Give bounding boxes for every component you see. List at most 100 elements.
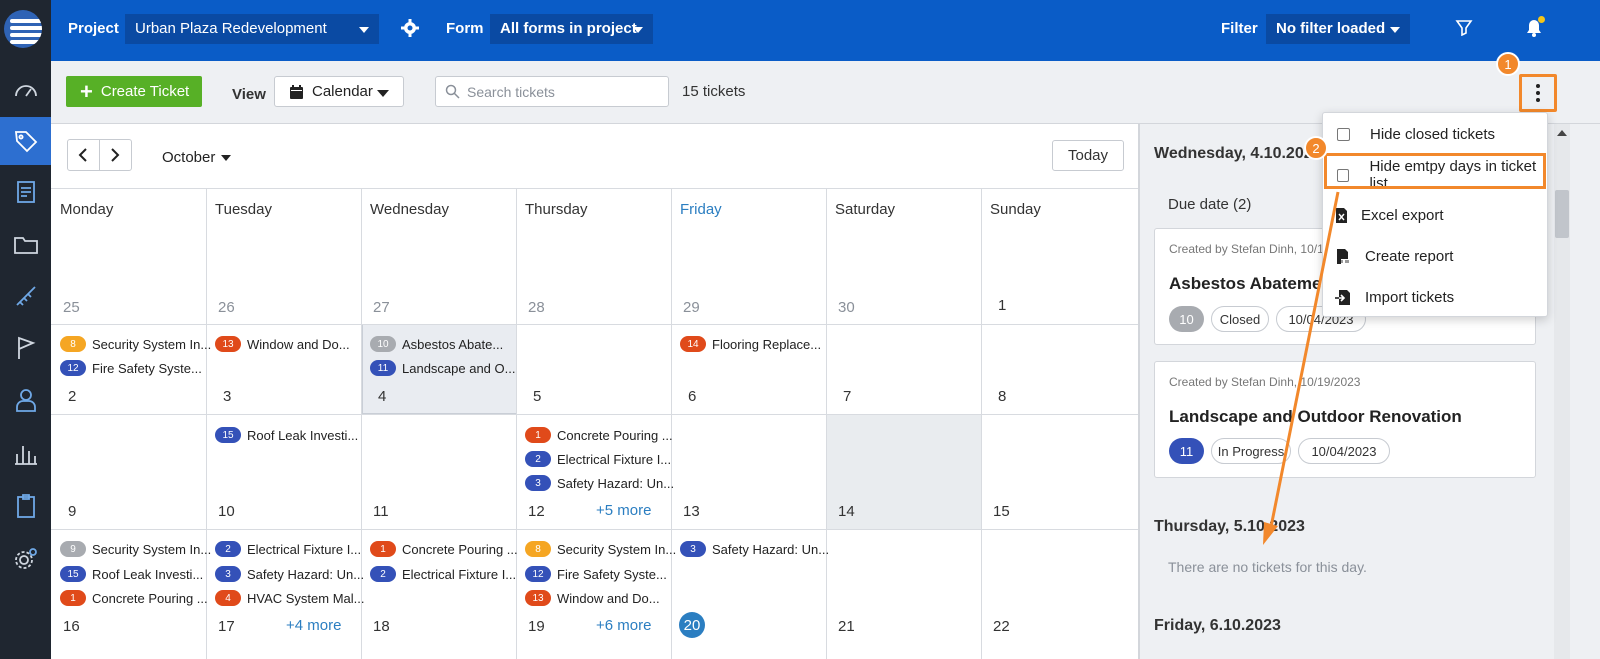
- day-number[interactable]: 18: [373, 618, 390, 635]
- day-number[interactable]: 21: [838, 618, 855, 635]
- calendar-event[interactable]: 12 Fire Safety Syste...: [60, 360, 202, 376]
- calendar-event[interactable]: 13 Window and Do...: [525, 590, 660, 606]
- settings-icon[interactable]: [0, 534, 51, 582]
- folder-icon[interactable]: [0, 220, 51, 268]
- calendar-event[interactable]: 2 Electrical Fixture I...: [370, 566, 516, 582]
- month-select[interactable]: October: [162, 149, 232, 166]
- calendar-event[interactable]: 14 Flooring Replace...: [680, 336, 821, 352]
- day-number[interactable]: 14: [838, 503, 855, 520]
- tickets-icon[interactable]: [0, 117, 51, 165]
- calendar-event[interactable]: 3 Safety Hazard: Un...: [215, 566, 364, 582]
- day-number[interactable]: 1: [998, 297, 1006, 314]
- day-number[interactable]: 3: [223, 388, 231, 405]
- calendar-event[interactable]: 1 Concrete Pouring ...: [370, 541, 518, 557]
- calendar-event[interactable]: 8 Security System In...: [525, 541, 676, 557]
- dashboard-icon[interactable]: [0, 66, 51, 114]
- tools-icon[interactable]: [0, 272, 51, 320]
- day-number[interactable]: 16: [63, 618, 80, 635]
- more-options-button[interactable]: [1519, 74, 1557, 112]
- scrollbar-thumb[interactable]: [1555, 190, 1569, 238]
- view-select[interactable]: Calendar: [274, 76, 404, 107]
- day-number[interactable]: 9: [68, 503, 76, 520]
- statistics-icon[interactable]: [0, 430, 51, 478]
- today-button[interactable]: Today: [1052, 140, 1124, 171]
- calendar-event[interactable]: 10 Asbestos Abate...: [370, 336, 503, 352]
- forms-icon[interactable]: [0, 168, 51, 216]
- clipboard-icon[interactable]: [0, 482, 51, 530]
- day-number[interactable]: 10: [218, 503, 235, 520]
- import-icon: [1335, 288, 1351, 306]
- calendar-event[interactable]: 4 HVAC System Mal...: [215, 590, 365, 606]
- menu-item-label: Hide closed tickets: [1370, 125, 1496, 143]
- calendar-event[interactable]: 12 Fire Safety Syste...: [525, 566, 667, 582]
- day-number[interactable]: 29: [683, 299, 700, 316]
- ticket-number-badge: 15: [215, 427, 241, 443]
- calendar-event[interactable]: 3 Safety Hazard: Un...: [680, 541, 829, 557]
- app-logo-icon[interactable]: [4, 10, 42, 48]
- calendar-event[interactable]: 13 Window and Do...: [215, 336, 350, 352]
- day-number[interactable]: 28: [528, 299, 545, 316]
- day-number[interactable]: 6: [688, 388, 696, 405]
- day-number[interactable]: 5: [533, 388, 541, 405]
- day-number[interactable]: 2: [68, 388, 76, 405]
- day-number[interactable]: 17: [218, 618, 235, 635]
- import-tickets-option[interactable]: Import tickets: [1323, 278, 1549, 316]
- project-select[interactable]: Urban Plaza Redevelopment: [125, 14, 379, 44]
- ticket-meta: Created by Stefan Dinh, 10/19/2023: [1169, 375, 1361, 389]
- day-number[interactable]: 4: [378, 388, 386, 405]
- day-number[interactable]: 11: [373, 503, 389, 520]
- ticket-number-badge: 9: [60, 541, 86, 557]
- previous-month-button[interactable]: [68, 140, 100, 170]
- day-number[interactable]: 15: [993, 503, 1010, 520]
- checkbox[interactable]: [1337, 127, 1350, 141]
- calendar-icon: [290, 84, 303, 99]
- day-number[interactable]: 22: [993, 618, 1010, 635]
- ticket-number-badge: 8: [60, 336, 86, 352]
- day-number[interactable]: 27: [373, 299, 390, 316]
- filter-icon[interactable]: [1455, 18, 1473, 36]
- search-input[interactable]: [467, 83, 657, 100]
- create-ticket-button[interactable]: + Create Ticket: [66, 76, 202, 107]
- calendar-event[interactable]: 9 Security System In...: [60, 541, 211, 557]
- calendar-event[interactable]: 15 Roof Leak Investi...: [60, 566, 203, 582]
- calendar-event[interactable]: 1 Concrete Pouring ...: [525, 427, 673, 443]
- due-date-group[interactable]: Due date (2): [1168, 196, 1251, 213]
- day-number[interactable]: 8: [998, 388, 1006, 405]
- top-bar: Project Urban Plaza Redevelopment Form A…: [51, 0, 1600, 61]
- ticket-card[interactable]: Created by Stefan Dinh, 10/19/2023 Lands…: [1154, 361, 1536, 478]
- calendar-event[interactable]: 3 Safety Hazard: Un...: [525, 475, 674, 491]
- search-box[interactable]: [435, 76, 669, 107]
- day-number[interactable]: 7: [843, 388, 851, 405]
- calendar-event[interactable]: 2 Electrical Fixture I...: [215, 541, 361, 557]
- gear-icon[interactable]: [400, 18, 420, 38]
- today-day-number[interactable]: 20: [679, 612, 705, 638]
- search-icon: [445, 84, 460, 99]
- calendar-event[interactable]: 1 Concrete Pouring ...: [60, 590, 208, 606]
- day-number[interactable]: 26: [218, 299, 235, 316]
- day-number[interactable]: 25: [63, 299, 80, 316]
- excel-export-option[interactable]: Excel export: [1323, 196, 1549, 234]
- calendar-event[interactable]: 2 Electrical Fixture I...: [525, 451, 671, 467]
- filter-select[interactable]: No filter loaded: [1266, 14, 1410, 44]
- grid-line: [51, 414, 1138, 415]
- scroll-up-icon[interactable]: [1557, 130, 1567, 136]
- filter-select-value: No filter loaded: [1276, 20, 1386, 37]
- annotation-highlight: [1324, 153, 1546, 189]
- more-events-link[interactable]: +6 more: [596, 617, 651, 634]
- flag-icon[interactable]: [0, 324, 51, 372]
- calendar-event[interactable]: 8 Security System In...: [60, 336, 211, 352]
- more-events-link[interactable]: +5 more: [596, 502, 651, 519]
- more-events-link[interactable]: +4 more: [286, 617, 341, 634]
- calendar-event[interactable]: 11 Landscape and O...: [370, 360, 515, 376]
- form-select[interactable]: All forms in project: [490, 14, 653, 44]
- calendar-event[interactable]: 15 Roof Leak Investi...: [215, 427, 358, 443]
- create-report-option[interactable]: Create report: [1323, 237, 1549, 275]
- next-month-button[interactable]: [100, 140, 131, 170]
- day-number[interactable]: 19: [528, 618, 545, 635]
- day-number[interactable]: 30: [838, 299, 855, 316]
- hide-closed-tickets-option[interactable]: Hide closed tickets: [1323, 115, 1549, 153]
- day-number[interactable]: 13: [683, 503, 700, 520]
- day-number[interactable]: 12: [528, 503, 545, 520]
- ticket-title: Asbestos Abatement: [1169, 274, 1338, 293]
- user-icon[interactable]: [0, 376, 51, 424]
